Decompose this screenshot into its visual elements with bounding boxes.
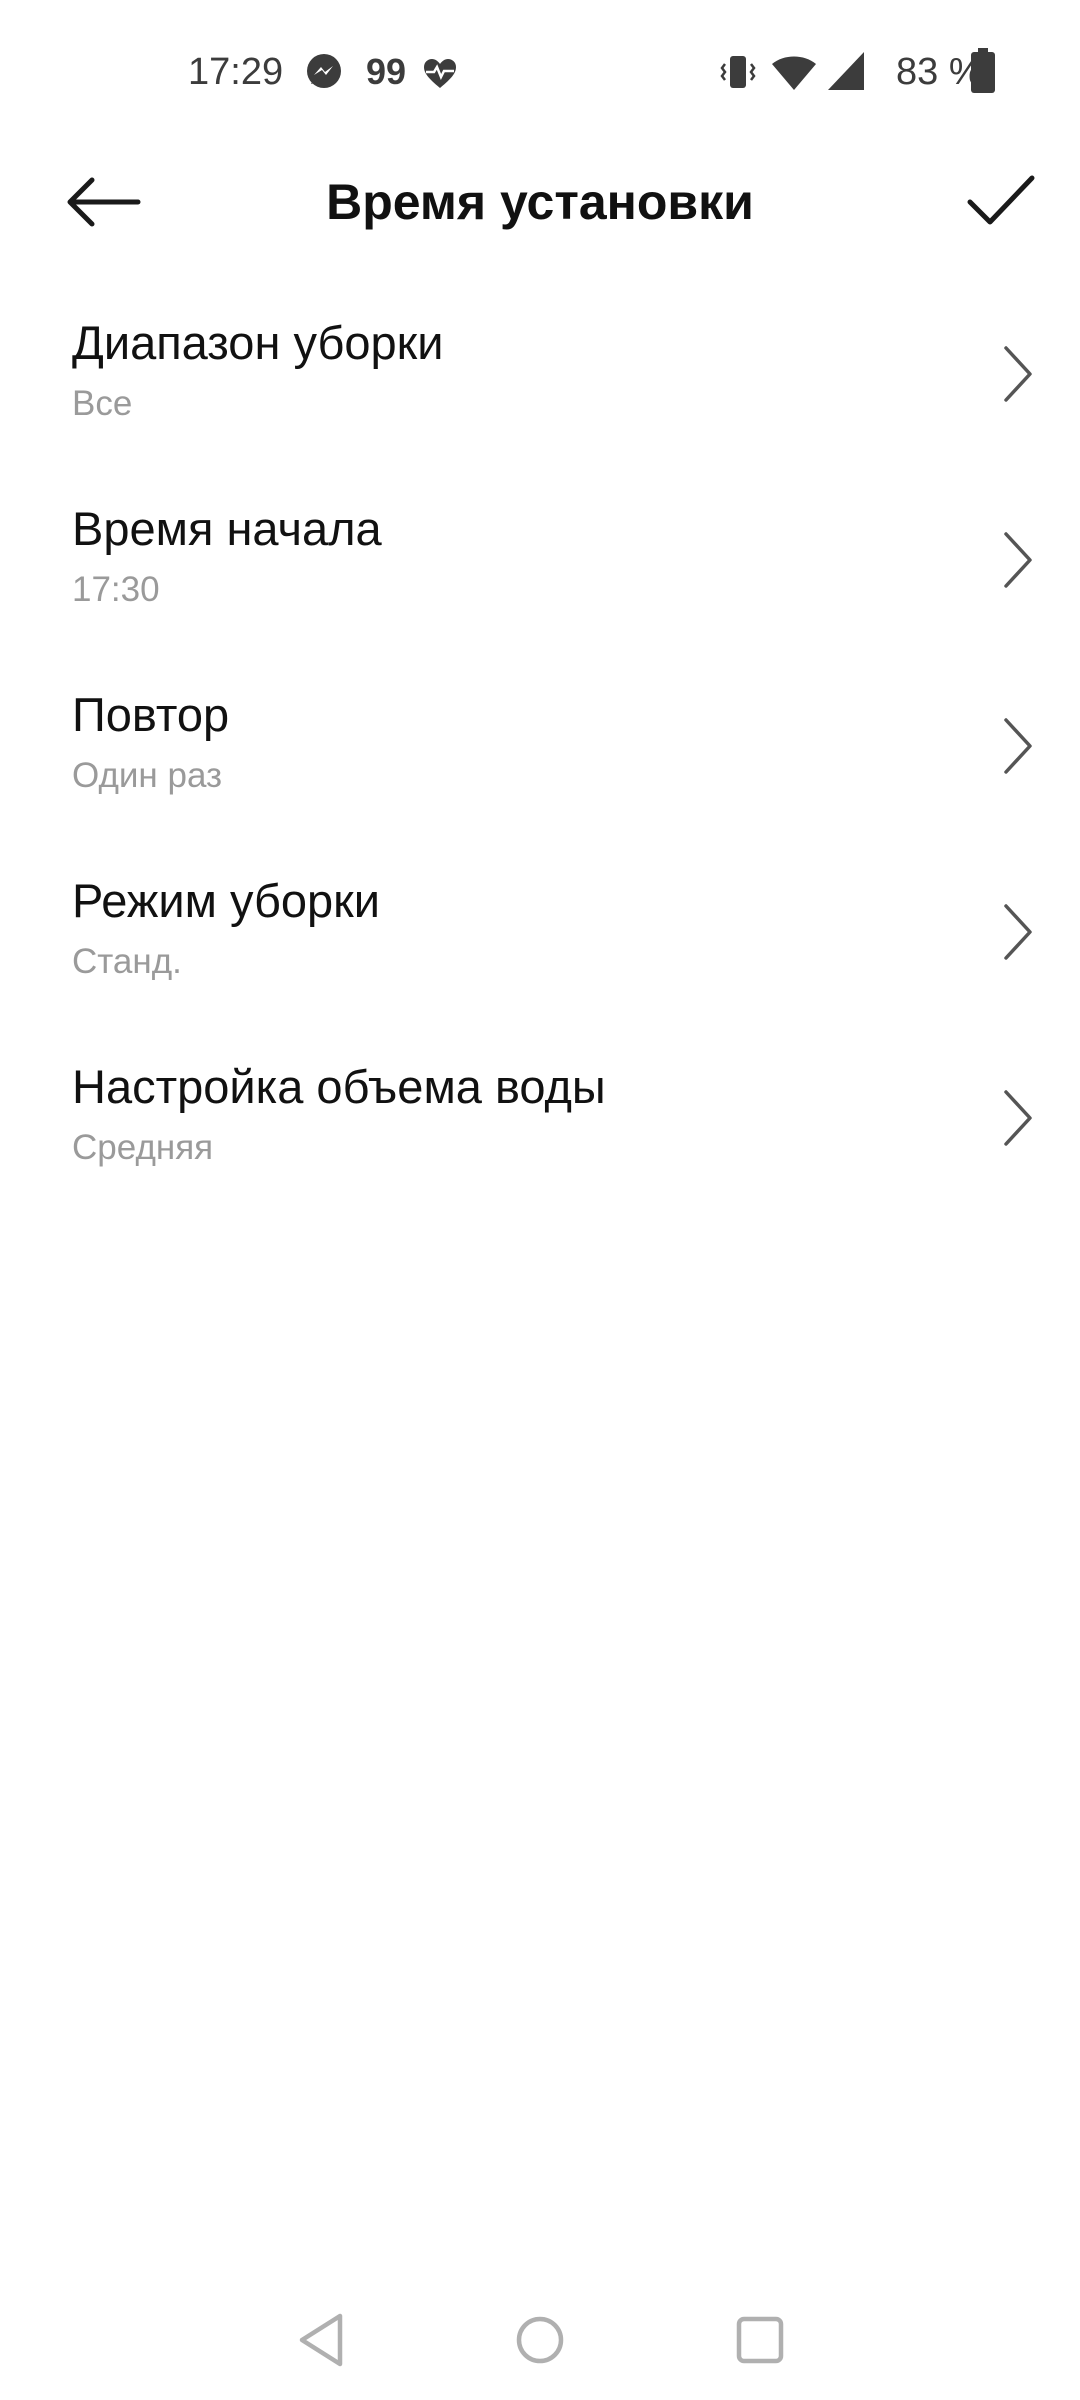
app-header: Время установки <box>0 140 1080 266</box>
chevron-right-icon <box>1004 718 1032 774</box>
settings-list: Диапазон уборки Все Время начала 17:30 П… <box>0 286 1080 1216</box>
setting-value: Станд. <box>72 942 182 981</box>
messenger-icon <box>307 54 341 88</box>
setting-value: Один раз <box>72 756 223 795</box>
chevron-right-icon <box>1004 346 1032 402</box>
setting-cleaning-mode[interactable]: Режим уборки Станд. <box>0 844 1080 1030</box>
heart-rate-icon <box>424 59 456 88</box>
battery-icon <box>971 48 995 93</box>
setting-value: Средняя <box>72 1128 214 1167</box>
notification-count: 99 <box>366 51 407 92</box>
confirm-checkmark-button[interactable] <box>964 166 1038 236</box>
chevron-right-icon <box>1004 904 1032 960</box>
back-triangle-icon[interactable] <box>286 2304 358 2376</box>
setting-title: Время начала <box>72 502 382 555</box>
back-arrow-button[interactable] <box>62 170 142 234</box>
setting-repeat[interactable]: Повтор Один раз <box>0 658 1080 844</box>
setting-title: Диапазон уборки <box>72 316 444 369</box>
home-circle-icon[interactable] <box>504 2304 576 2376</box>
page-title: Время установки <box>326 174 754 230</box>
setting-value: 17:30 <box>72 570 160 609</box>
recents-square-icon[interactable] <box>724 2304 796 2376</box>
setting-title: Повтор <box>72 688 230 741</box>
setting-water-volume[interactable]: Настройка объема воды Средняя <box>0 1030 1080 1216</box>
setting-start-time[interactable]: Время начала 17:30 <box>0 472 1080 658</box>
chevron-right-icon <box>1004 1090 1032 1146</box>
screen: 17:29 99 83 % Время установки Диапазон у… <box>0 0 1080 2400</box>
status-bar: 17:29 99 83 % <box>0 0 1080 140</box>
setting-title: Режим уборки <box>72 874 381 927</box>
setting-title: Настройка объема воды <box>72 1060 606 1113</box>
chevron-right-icon <box>1004 532 1032 588</box>
setting-cleaning-range[interactable]: Диапазон уборки Все <box>0 286 1080 472</box>
vibrate-icon <box>720 56 756 88</box>
signal-icon <box>828 52 864 90</box>
setting-value: Все <box>72 384 133 423</box>
status-time: 17:29 <box>188 51 284 93</box>
system-nav-bar <box>0 2280 1080 2400</box>
wifi-icon <box>772 56 816 90</box>
